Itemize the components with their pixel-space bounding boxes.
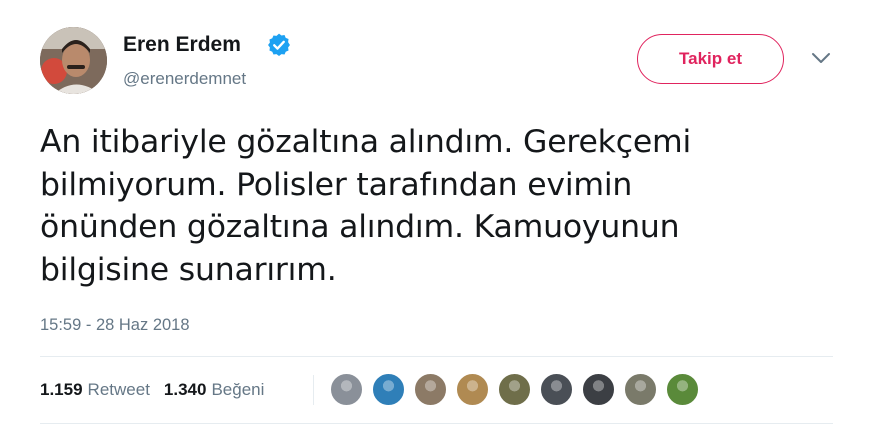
retweet-count[interactable]: 1.159 Retweet <box>40 380 150 400</box>
liker-avatar-6[interactable] <box>540 373 573 406</box>
profile-photo-icon <box>40 27 107 94</box>
user-handle[interactable]: @erenerdemnet <box>123 69 246 89</box>
like-count-number: 1.340 <box>163 380 207 399</box>
tweet-text-line: bilgisine sunarırım. <box>40 251 337 288</box>
divider <box>40 356 833 357</box>
liker-avatar-7[interactable] <box>582 373 615 406</box>
liker-avatar-9[interactable] <box>666 373 699 406</box>
tweet-stats: 1.159 Retweet 1.340 Beğeni <box>40 380 264 400</box>
tweet-text-line: önünden gözaltına alındım. Kamuoyunun <box>40 209 680 245</box>
liker-avatar-3[interactable] <box>414 373 447 406</box>
avatar[interactable] <box>40 27 107 94</box>
liker-avatar-2[interactable] <box>372 373 405 406</box>
display-name[interactable]: Eren Erdem <box>123 33 241 57</box>
stats-separator <box>313 375 314 405</box>
divider <box>40 423 833 424</box>
chevron-down-icon[interactable] <box>810 50 832 66</box>
tweet-timestamp[interactable]: 15:59 - 28 Haz 2018 <box>40 316 190 335</box>
like-count-label: Beğeni <box>211 380 265 399</box>
tweet-text-line: An itibariyle gözaltına alındım. Gerekçe… <box>40 124 692 160</box>
liker-avatar-1[interactable] <box>330 373 363 406</box>
retweet-count-number: 1.159 <box>40 380 83 399</box>
liker-avatar-5[interactable] <box>498 373 531 406</box>
like-count[interactable]: 1.340 Beğeni <box>164 380 264 400</box>
tweet-text-line: bilmiyorum. Polisler tarafından evimin <box>40 166 633 203</box>
retweet-count-label: Retweet <box>87 380 150 399</box>
liker-avatar-8[interactable] <box>624 373 657 406</box>
follow-button[interactable]: Takip et <box>637 34 784 84</box>
tweet-text: An itibariyle gözaltına alındım. Gerekçe… <box>40 121 830 291</box>
verified-badge-icon <box>268 33 290 56</box>
liker-avatar-4[interactable] <box>456 373 489 406</box>
